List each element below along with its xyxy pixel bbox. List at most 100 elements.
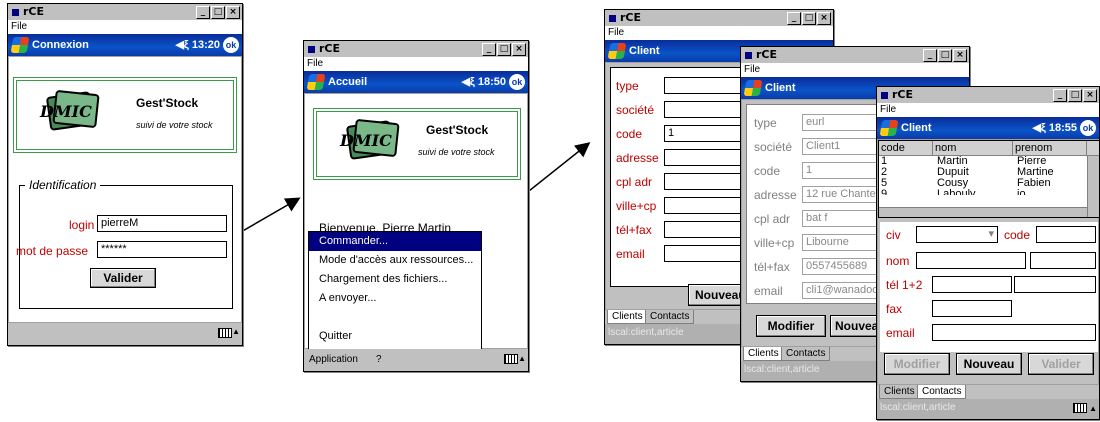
maximize-button[interactable]: □	[1068, 89, 1082, 102]
maximize-button[interactable]: □	[497, 43, 511, 56]
menu-file[interactable]: File	[605, 26, 833, 40]
prenom-input[interactable]	[1030, 252, 1096, 269]
ok-button[interactable]: ok	[223, 37, 239, 53]
maximize-button[interactable]: □	[211, 6, 225, 19]
window-titlebar: rCE _ □ ×	[877, 87, 1099, 103]
list-item[interactable]: 5 Cousy Fabien	[879, 178, 1099, 189]
menu-file[interactable]: File	[304, 57, 528, 71]
tab-contacts[interactable]: Contacts	[917, 385, 967, 399]
dmic-logo: DMIC	[40, 89, 104, 134]
adresse-label: adresse	[754, 188, 797, 202]
start-flag-icon[interactable]	[306, 74, 326, 90]
maximize-button[interactable]: □	[802, 12, 816, 25]
help-menu[interactable]: ?	[376, 349, 382, 371]
keyboard-arrow-icon[interactable]: ▲	[518, 353, 526, 365]
email-input[interactable]	[932, 324, 1096, 341]
tab-contacts[interactable]: Contacts	[781, 347, 831, 361]
minimize-button[interactable]: _	[482, 43, 496, 56]
menu-file[interactable]: File	[8, 20, 242, 34]
window-title: rCE	[319, 42, 341, 55]
client-list[interactable]: code nom prenom 1 Martin Pierre 2 Dupuit Mar…	[878, 140, 1100, 218]
keyboard-icon[interactable]	[504, 354, 518, 364]
column-header-prenom[interactable]: prenom	[1013, 141, 1087, 155]
column-header-code[interactable]: code	[879, 141, 933, 155]
start-flag-icon[interactable]	[743, 80, 763, 96]
keyboard-arrow-icon[interactable]: ▲	[1089, 400, 1097, 418]
code-label: code	[616, 127, 643, 141]
bottom-bar: ▲	[8, 323, 242, 345]
password-label: mot de passe	[16, 244, 89, 258]
modifier-button[interactable]: Modifier	[884, 353, 950, 375]
tab-clients[interactable]: Clients	[879, 385, 920, 399]
column-header-nom[interactable]: nom	[933, 141, 1013, 155]
clock: ◀ξ 13:20	[175, 39, 220, 51]
keyboard-icon[interactable]	[1073, 403, 1087, 413]
tab-clients[interactable]: Clients	[743, 347, 784, 361]
logo-box: DMIC Gest'Stock suivi de votre stock	[313, 108, 521, 180]
screen-body: DMIC Gest'Stock suivi de votre stock Ide…	[8, 56, 242, 323]
application-menu[interactable]: Application	[309, 349, 358, 371]
type-label: type	[754, 116, 777, 130]
nom-input[interactable]	[916, 252, 1026, 269]
cpl-adr-label: cpl adr	[754, 212, 791, 226]
password-input[interactable]: ******	[97, 241, 227, 258]
horizontal-scrollbar[interactable]	[879, 207, 1087, 217]
societe-label: société	[616, 103, 655, 117]
minimize-button[interactable]: _	[196, 6, 210, 19]
minimize-button[interactable]: _	[1053, 89, 1067, 102]
tel-fax-label: tél+fax	[754, 260, 790, 274]
nouveau-button[interactable]: Nouveau	[956, 353, 1022, 375]
menu-item-mode-acces[interactable]: Mode d'accès aux ressources...	[309, 251, 481, 270]
window-icon	[308, 45, 315, 53]
menu-item-a-envoyer[interactable]: A envoyer...	[309, 289, 481, 308]
window-titlebar: rCE _ □ ×	[8, 4, 242, 20]
tel1-input[interactable]	[932, 276, 1012, 293]
list-item[interactable]: 1 Martin Pierre	[879, 156, 1099, 167]
start-flag-icon[interactable]	[879, 120, 899, 136]
screen-body: code nom prenom 1 Martin Pierre 2 Dupuit Mar…	[877, 139, 1100, 385]
modifier-button[interactable]: Modifier	[756, 315, 826, 337]
screen-title: Client	[765, 82, 796, 94]
valider-button[interactable]: Valider	[90, 268, 156, 288]
screen-title: Client	[901, 122, 932, 134]
keyboard-icon[interactable]	[218, 328, 232, 338]
close-button[interactable]: ×	[512, 43, 526, 56]
code-input[interactable]	[1036, 226, 1096, 243]
window-title: rCE	[756, 48, 778, 61]
list-item[interactable]: 2 Dupuit Martine	[879, 167, 1099, 178]
ok-button[interactable]: ok	[509, 74, 525, 90]
tab-contacts[interactable]: Contacts	[645, 310, 695, 324]
close-button[interactable]: ×	[226, 6, 240, 19]
maximize-button[interactable]: □	[938, 49, 952, 62]
start-flag-icon[interactable]	[607, 43, 627, 59]
civ-select[interactable]: ▾	[916, 226, 998, 243]
login-input[interactable]: pierreM	[97, 215, 227, 232]
tab-clients[interactable]: Clients	[607, 310, 648, 324]
email-label: email	[754, 284, 783, 298]
minimize-button[interactable]: _	[787, 12, 801, 25]
vertical-scrollbar[interactable]	[1087, 156, 1099, 217]
fax-input[interactable]	[932, 300, 1012, 317]
screen-client-list: rCE _ □ × File Client ◀ξ 18:55 ok code nom…	[876, 86, 1100, 420]
tel-fax-label: tél+fax	[616, 223, 652, 237]
menu-item-commander[interactable]: Commander...	[309, 232, 481, 251]
nom-label: nom	[886, 254, 910, 268]
menu-item-chargement[interactable]: Chargement des fichiers...	[309, 270, 481, 289]
ok-button[interactable]: ok	[1080, 120, 1096, 136]
valider-button[interactable]: Valider	[1028, 353, 1094, 375]
close-button[interactable]: ×	[1083, 89, 1097, 102]
email-label: email	[616, 247, 645, 261]
menu-file[interactable]: File	[741, 63, 969, 77]
logo-subtitle: suivi de votre stock	[418, 147, 495, 157]
close-button[interactable]: ×	[817, 12, 831, 25]
close-button[interactable]: ×	[953, 49, 967, 62]
minimize-button[interactable]: _	[923, 49, 937, 62]
start-flag-icon[interactable]	[10, 37, 30, 53]
list-item[interactable]: 9 Labouly jo	[879, 189, 1099, 195]
menu-file[interactable]: File	[877, 103, 1099, 117]
tel2-input[interactable]	[1014, 276, 1096, 293]
login-label: login	[69, 218, 95, 232]
keyboard-arrow-icon[interactable]: ▲	[232, 327, 240, 336]
menu-item-quitter[interactable]: Quitter	[309, 327, 481, 346]
civ-label: civ	[886, 228, 901, 242]
